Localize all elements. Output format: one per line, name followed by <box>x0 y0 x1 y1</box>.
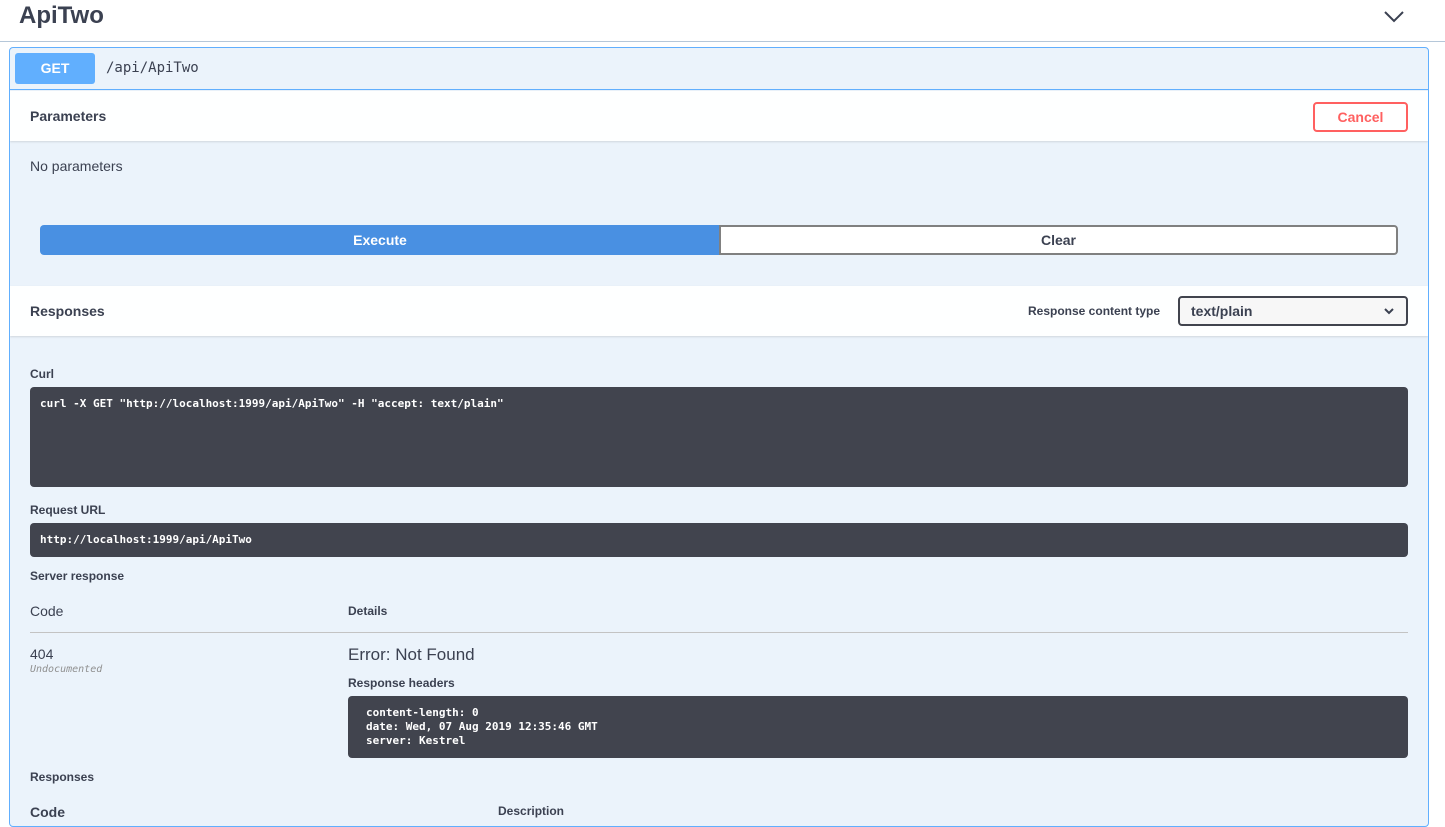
response-header-line: server: Kestrel <box>366 734 466 747</box>
curl-label: Curl <box>30 367 54 381</box>
chevron-down-icon[interactable] <box>1382 6 1406 26</box>
cancel-button[interactable]: Cancel <box>1313 102 1408 132</box>
response-headers-box[interactable]: content-length: 0 date: Wed, 07 Aug 2019… <box>348 696 1408 758</box>
operation-path: /api/ApiTwo <box>106 60 199 76</box>
request-url-value: http://localhost:1999/api/ApiTwo <box>40 533 252 546</box>
response-headers-label: Response headers <box>348 676 455 690</box>
responses-title: Responses <box>30 303 105 319</box>
footer-description-header: Description <box>498 804 565 818</box>
curl-command: curl -X GET "http://localhost:1999/api/A… <box>40 397 504 410</box>
content-type-select[interactable]: text/plain <box>1178 296 1408 326</box>
curl-code[interactable]: curl -X GET "http://localhost:1999/api/A… <box>30 387 1408 487</box>
chevron-down-icon <box>1384 308 1394 315</box>
response-header-line: content-length: 0 <box>366 706 479 719</box>
operation-summary[interactable]: GET /api/ApiTwo <box>10 48 1428 90</box>
request-url-box[interactable]: http://localhost:1999/api/ApiTwo <box>30 523 1408 557</box>
response-error: Error: Not Found <box>348 645 475 664</box>
parameters-title: Parameters <box>30 108 107 124</box>
content-type-value: text/plain <box>1191 303 1253 319</box>
response-code: 404 <box>30 646 54 662</box>
no-parameters-text: No parameters <box>30 158 123 174</box>
tag-title: ApiTwo <box>19 2 104 29</box>
responses-header: Responses Response content type text/pla… <box>10 286 1428 336</box>
footer-code-header: Code <box>30 804 65 820</box>
code-column-header: Code <box>30 603 64 619</box>
server-response-label: Server response <box>30 569 125 583</box>
method-badge: GET <box>15 53 95 84</box>
tag-header[interactable]: ApiTwo <box>0 0 1445 42</box>
execute-wrapper: Execute Clear <box>40 225 1398 255</box>
execute-button[interactable]: Execute <box>40 225 720 255</box>
operation-block: GET /api/ApiTwo Parameters Cancel No par… <box>9 47 1429 827</box>
response-code-note: Undocumented <box>30 664 103 675</box>
request-url-label: Request URL <box>30 503 106 517</box>
details-column-header: Details <box>348 604 388 618</box>
parameters-header: Parameters Cancel <box>10 91 1428 141</box>
content-type-label: Response content type <box>1028 304 1161 318</box>
clear-button[interactable]: Clear <box>719 225 1398 255</box>
table-divider <box>30 632 1408 633</box>
responses-footer-title: Responses <box>30 770 95 784</box>
response-header-line: date: Wed, 07 Aug 2019 12:35:46 GMT <box>366 720 598 733</box>
